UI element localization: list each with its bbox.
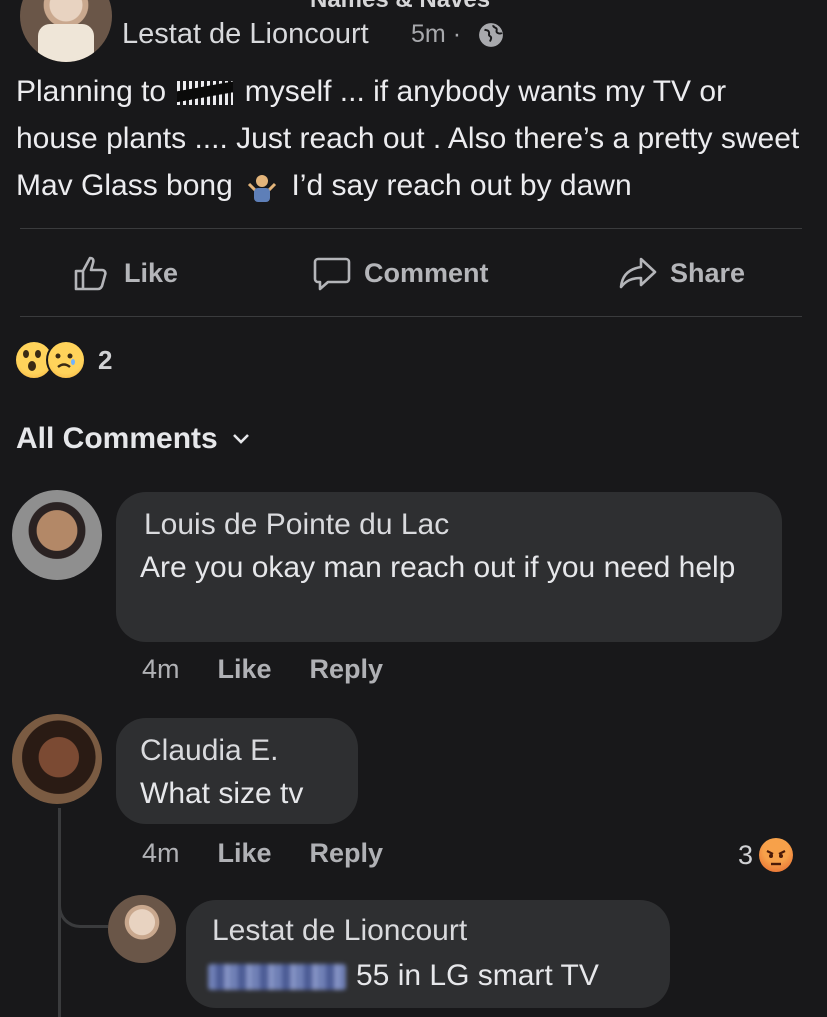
commenter-avatar[interactable] [12,490,102,580]
commenter-avatar[interactable] [12,714,102,804]
post-time: 5m [411,20,446,48]
comment-bubble: Claudia E. What size tv [116,718,358,824]
comment-reply-link[interactable]: Reply [310,654,384,685]
post-text: Planning to myself ... if anybody wants … [16,68,816,209]
reaction-count: 2 [98,344,113,375]
shrug-emoji-icon [248,175,277,203]
like-button[interactable]: Like [72,250,178,296]
reply-author[interactable]: Lestat de Lioncourt [212,914,467,948]
share-button[interactable]: Share [618,250,745,296]
reply-thread-branch [58,880,108,928]
thumbs-up-icon [74,256,107,291]
reactions-summary[interactable]: 2 [14,340,112,380]
like-label: Like [124,257,179,288]
comment-text: Are you okay man reach out if you need h… [140,551,736,584]
post-author-name[interactable]: Lestat de Lioncourt [122,18,369,51]
comment-author[interactable]: Louis de Pointe du Lac [144,508,449,542]
globe-icon [479,23,503,47]
comment-like-link[interactable]: Like [218,654,272,685]
comment-author[interactable]: Claudia E. [140,734,278,768]
post-separator: · [452,20,462,48]
comment-reaction-summary[interactable]: 3 [738,838,794,872]
redacted-word [177,81,234,106]
share-label: Share [670,257,746,288]
sad-reaction-icon [46,340,86,380]
comment-text: What size tv [140,777,304,810]
comment-like-link[interactable]: Like [218,838,272,869]
reply-author-avatar[interactable] [108,895,176,963]
reply-text: 55 in LG smart TV [356,959,599,992]
comments-filter-dropdown[interactable]: All Comments [16,422,250,456]
comment-reply-link[interactable]: Reply [310,838,384,869]
comment-bubble: Louis de Pointe du Lac Are you okay man … [116,492,782,642]
post-author-avatar[interactable] [20,0,112,62]
comment-meta: 4m Like Reply [142,838,383,869]
chevron-down-icon [232,434,249,444]
reply-bubble: Lestat de Lioncourt 55 in LG smart TV [186,900,670,1008]
comment-time: 4m [142,838,180,868]
comments-filter-label: All Comments [16,422,218,455]
share-arrow-icon [619,257,657,289]
divider-top [20,228,802,229]
group-name[interactable]: Names & Naves [310,0,490,14]
comment-time: 4m [142,654,180,684]
comment-button[interactable]: Comment [312,250,489,296]
comment-reaction-count: 3 [738,839,754,870]
reply-text-line: 55 in LG smart TV [208,954,599,997]
comment-meta: 4m Like Reply [142,654,383,685]
post-text-part1: Planning to [16,75,175,108]
blurred-mention [208,964,346,991]
comment-label: Comment [364,257,489,288]
comment-icon [313,257,351,291]
post-timestamp: 5m · [411,20,461,49]
angry-reaction-icon [759,838,794,872]
post-text-part3: I’d say reach out by dawn [283,169,632,202]
divider-bottom [20,316,802,317]
